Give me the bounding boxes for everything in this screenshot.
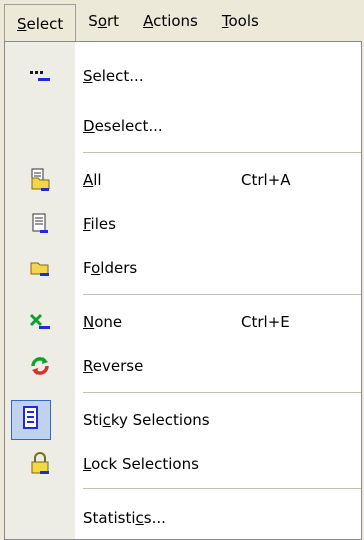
menu-actions-label: Actions: [143, 12, 198, 30]
menu-item-files-label: Files: [83, 215, 116, 233]
select-none-icon: [5, 300, 75, 344]
select-all-icon: [5, 158, 75, 202]
menu-item-none-shortcut: Ctrl+E: [241, 313, 290, 331]
menu-item-none[interactable]: None Ctrl+E: [5, 300, 361, 344]
select-folders-icon: [5, 246, 75, 290]
menu-sort-label: Sort: [88, 12, 120, 30]
select-dots-icon: [5, 54, 75, 98]
select-files-icon: [5, 202, 75, 246]
menu-item-sticky-selections-label: Sticky Selections: [83, 411, 210, 429]
menu-item-reverse[interactable]: Reverse: [5, 344, 361, 388]
select-dropdown-menu: Select... Deselect... All Ctrl+A Files F…: [4, 41, 362, 540]
sticky-selections-icon: [21, 406, 41, 434]
menu-select-label: Select: [17, 14, 64, 33]
menu-item-statistics[interactable]: Statistics...: [5, 496, 361, 540]
menu-separator: [83, 152, 361, 153]
menu-item-all-label: All: [83, 171, 102, 189]
menu-sort[interactable]: Sort: [76, 4, 131, 38]
menu-item-lock-selections[interactable]: Lock Selections: [5, 442, 361, 486]
menu-separator: [83, 488, 361, 489]
menu-item-files[interactable]: Files: [5, 202, 361, 246]
sticky-checked-frame: [11, 400, 51, 440]
menu-item-all[interactable]: All Ctrl+A: [5, 158, 361, 202]
menu-bar: Select Sort Actions Tools: [0, 0, 364, 42]
menu-item-statistics-label: Statistics...: [83, 509, 166, 527]
menu-separator: [83, 392, 361, 393]
menu-item-select[interactable]: Select...: [5, 54, 361, 98]
menu-item-all-shortcut: Ctrl+A: [241, 171, 291, 189]
menu-tools[interactable]: Tools: [210, 4, 271, 38]
menu-select[interactable]: Select: [4, 4, 77, 42]
menu-tools-label: Tools: [221, 12, 259, 30]
menu-item-select-label: Select...: [83, 67, 144, 85]
menu-item-deselect-label: Deselect...: [83, 117, 163, 135]
lock-selections-icon: [5, 442, 75, 486]
menu-item-reverse-label: Reverse: [83, 357, 144, 375]
menu-item-lock-selections-label: Lock Selections: [83, 455, 199, 473]
menu-item-deselect[interactable]: Deselect...: [5, 104, 361, 148]
reverse-selection-icon: [5, 344, 75, 388]
menu-item-none-label: None: [83, 313, 123, 331]
menu-item-folders-label: Folders: [83, 259, 138, 277]
menu-item-folders[interactable]: Folders: [5, 246, 361, 290]
menu-actions[interactable]: Actions: [131, 4, 210, 38]
menu-separator: [83, 294, 361, 295]
menu-item-sticky-selections[interactable]: Sticky Selections: [5, 398, 361, 442]
